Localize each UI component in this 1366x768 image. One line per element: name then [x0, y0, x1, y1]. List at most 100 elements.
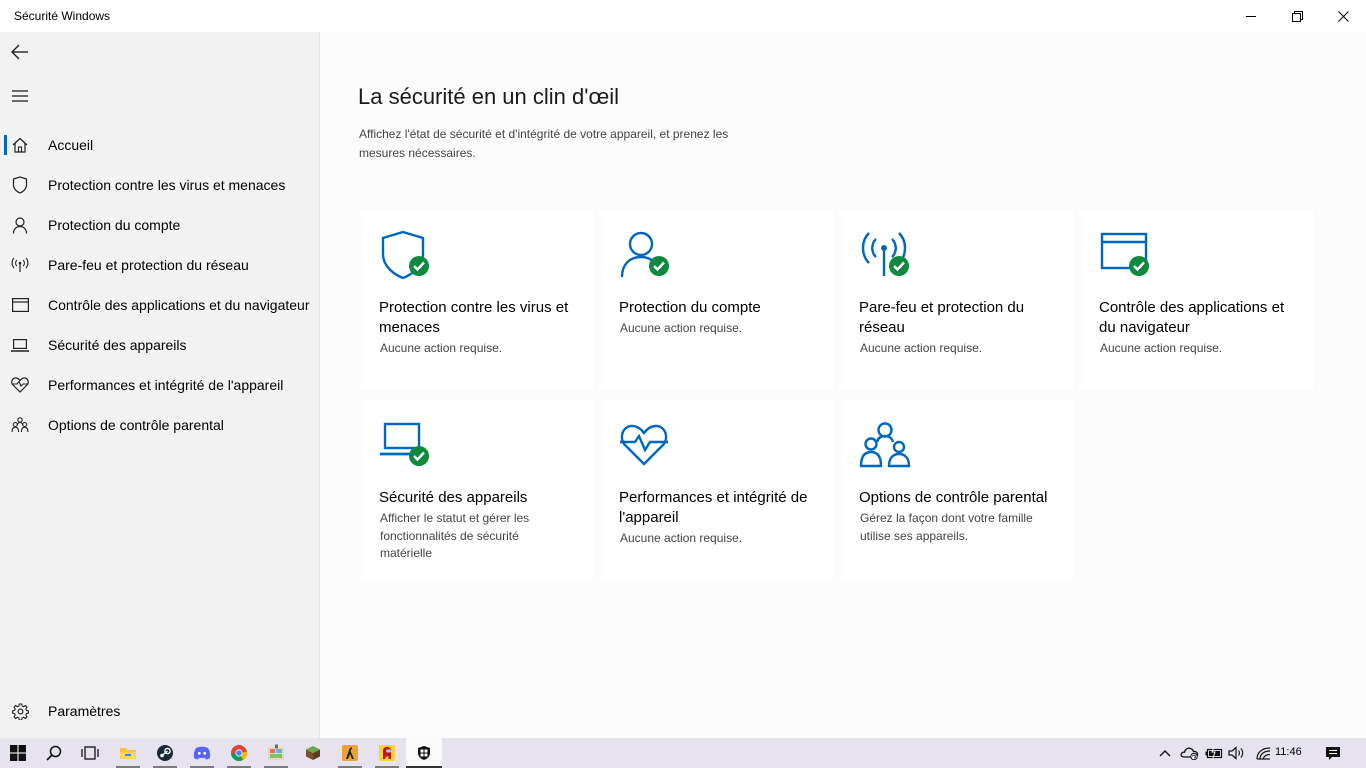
chrome-icon	[231, 745, 248, 761]
page-description: Affichez l'état de sécurité et d'intégri…	[359, 127, 729, 160]
tile-status: Aucune action requise.	[1100, 341, 1223, 355]
close-button[interactable]	[1320, 0, 1366, 32]
sidebar-item-settings[interactable]: Paramètres	[0, 691, 320, 731]
restore-button[interactable]	[1274, 0, 1320, 32]
sidebar-item-label: Protection du compte	[48, 217, 181, 233]
sidebar-item-app-browser-control[interactable]: Contrôle des applications et du navigate…	[0, 285, 320, 325]
sidebar-item-parental-options[interactable]: Options de contrôle parental	[0, 405, 320, 445]
tile-title: Protection contre les virus et menaces	[379, 299, 569, 336]
laptop-check-icon	[380, 422, 429, 466]
taskbar-app-paint[interactable]	[258, 738, 294, 768]
tile-firewall[interactable]: Pare-feu et protection du réseau Aucune …	[841, 210, 1073, 390]
shield-icon	[0, 165, 40, 205]
onedrive-icon	[1180, 747, 1199, 760]
sidebar-item-virus-protection[interactable]: Protection contre les virus et menaces	[0, 165, 320, 205]
sidebar-item-device-performance[interactable]: Performances et intégrité de l'appareil	[0, 365, 320, 405]
sidebar-item-label: Performances et intégrité de l'appareil	[48, 377, 284, 393]
sidebar-item-firewall[interactable]: Pare-feu et protection du réseau	[0, 245, 320, 285]
tile-status: Aucune action requise.	[620, 321, 743, 335]
antenna-icon	[0, 245, 40, 285]
tray-overflow-button[interactable]	[1154, 738, 1176, 768]
browser-window-icon	[0, 285, 40, 325]
sidebar-item-device-security[interactable]: Sécurité des appareils	[0, 325, 320, 365]
tile-status: Aucune action requise.	[860, 341, 983, 355]
taskbar-clock[interactable]: 11:46	[1275, 746, 1302, 758]
tile-device-performance[interactable]: Performances et intégrité de l'appareil …	[601, 400, 833, 580]
taskbar: 11:46	[0, 738, 1366, 768]
sidebar-item-label: Accueil	[48, 137, 94, 153]
sidebar: Accueil Protection contre les virus et m…	[0, 32, 320, 738]
tray-volume[interactable]	[1226, 738, 1248, 768]
task-view-icon	[81, 746, 99, 760]
taskbar-app-windows-security[interactable]	[406, 738, 442, 768]
tile-title: Contrôle des applications et du navigate…	[1099, 299, 1285, 336]
battery-icon	[1205, 747, 1223, 759]
home-icon	[0, 125, 40, 165]
sidebar-item-accueil[interactable]: Accueil	[0, 125, 320, 165]
family-icon	[0, 405, 40, 445]
taskbar-app-file-explorer[interactable]	[110, 738, 146, 768]
tray-battery[interactable]	[1203, 738, 1225, 768]
tile-status: Aucune action requise.	[380, 341, 503, 355]
counter-strike-icon	[342, 745, 358, 761]
window-title: Sécurité Windows	[14, 9, 111, 23]
chevron-up-icon	[1159, 750, 1171, 757]
person-icon	[0, 205, 40, 245]
taskbar-app-discord[interactable]	[184, 738, 220, 768]
tile-status: Gérez la façon dont votre famille utilis…	[860, 511, 1033, 543]
taskbar-app-steam[interactable]	[147, 738, 183, 768]
notification-icon	[1326, 746, 1340, 760]
taskbar-app-among-us[interactable]	[369, 738, 405, 768]
antenna-check-icon	[861, 232, 909, 276]
minecraft-icon	[306, 746, 320, 760]
steam-icon	[157, 745, 173, 761]
taskbar-app-minecraft[interactable]	[295, 738, 331, 768]
minimize-icon	[1246, 16, 1256, 17]
sidebar-item-label: Sécurité des appareils	[48, 337, 187, 353]
browser-window-check-icon	[1100, 232, 1149, 276]
main-content: La sécurité en un clin d'œil Affichez l'…	[321, 32, 1366, 738]
search-icon	[46, 745, 62, 761]
tile-title: Performances et intégrité de l'appareil	[619, 489, 808, 526]
tile-title: Pare-feu et protection du réseau	[859, 299, 1025, 336]
sidebar-item-label: Paramètres	[48, 703, 121, 719]
task-view-button[interactable]	[72, 738, 108, 768]
shield-check-icon	[381, 230, 429, 280]
tile-parental-options[interactable]: Options de contrôle parental Gérez la fa…	[841, 400, 1073, 580]
file-explorer-icon	[120, 748, 136, 759]
close-icon	[1337, 10, 1349, 22]
tile-app-browser-control[interactable]: Contrôle des applications et du navigate…	[1081, 210, 1313, 390]
tile-status: Afficher le statut et gérer les fonction…	[380, 511, 530, 560]
back-arrow-icon	[11, 44, 28, 60]
sidebar-item-label: Options de contrôle parental	[48, 417, 224, 433]
start-button[interactable]	[0, 738, 36, 768]
title-bar: Sécurité Windows	[0, 0, 1366, 32]
tile-account-protection[interactable]: Protection du compte Aucune action requi…	[601, 210, 833, 390]
action-center-button[interactable]	[1320, 738, 1346, 768]
tray-wifi[interactable]	[1252, 738, 1274, 768]
menu-button[interactable]	[0, 76, 40, 116]
sidebar-item-account-protection[interactable]: Protection du compte	[0, 205, 320, 245]
paint-app-icon	[268, 744, 284, 760]
back-button[interactable]	[0, 32, 40, 72]
hamburger-menu-icon	[12, 90, 28, 102]
gear-icon	[0, 691, 40, 731]
windows-start-icon	[10, 745, 26, 761]
minimize-button[interactable]	[1228, 0, 1274, 32]
heart-pulse-icon	[620, 424, 668, 466]
search-button[interactable]	[36, 738, 72, 768]
page-title: La sécurité en un clin d'œil	[358, 84, 619, 109]
sidebar-item-label: Pare-feu et protection du réseau	[48, 257, 249, 273]
sidebar-item-label: Contrôle des applications et du navigate…	[48, 297, 310, 313]
tile-virus-protection[interactable]: Protection contre les virus et menaces A…	[361, 210, 593, 390]
wifi-icon	[1256, 747, 1271, 760]
sidebar-item-label: Protection contre les virus et menaces	[48, 177, 286, 193]
taskbar-app-counter-strike[interactable]	[332, 738, 368, 768]
tray-onedrive[interactable]	[1178, 738, 1202, 768]
taskbar-app-chrome[interactable]	[221, 738, 257, 768]
laptop-icon	[0, 325, 40, 365]
tile-device-security[interactable]: Sécurité des appareils Afficher le statu…	[361, 400, 593, 580]
volume-icon	[1228, 746, 1244, 760]
tile-status: Aucune action requise.	[620, 531, 743, 545]
tile-title: Options de contrôle parental	[859, 489, 1048, 506]
